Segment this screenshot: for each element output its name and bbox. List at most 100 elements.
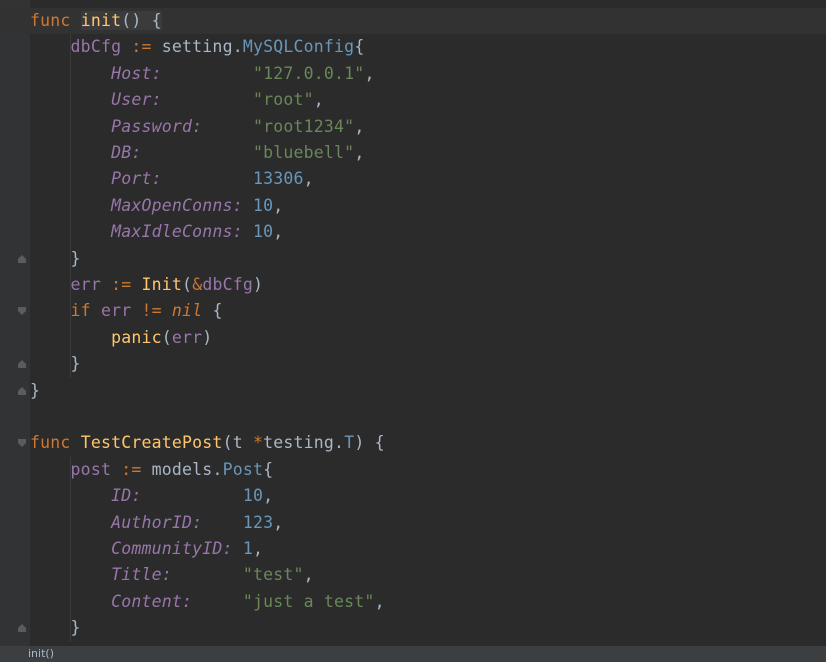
code-line-text: if err != nil { <box>30 298 223 324</box>
code-line-text: MaxOpenConns: 10, <box>30 193 283 219</box>
code-token: DB: <box>111 143 142 162</box>
code-line[interactable]: Password: "root1234", <box>0 114 826 140</box>
code-line[interactable]: Host: "127.0.0.1", <box>0 61 826 87</box>
code-line[interactable]: err := Init(&dbCfg) <box>0 272 826 298</box>
code-line-text: AuthorID: 123, <box>30 510 283 536</box>
code-token: TestCreatePost <box>80 433 223 453</box>
code-token: { <box>202 301 223 321</box>
code-token: (t <box>222 433 253 453</box>
code-line[interactable]: func TestCreatePost(t *testing.T) { <box>0 430 826 456</box>
code-line[interactable]: dbCfg := setting.MySQLConfig{ <box>0 34 826 60</box>
code-token: 1 <box>242 539 253 558</box>
code-token: T <box>344 433 355 453</box>
code-line[interactable]: User: "root", <box>0 87 826 113</box>
code-line-text: Host: "127.0.0.1", <box>30 61 375 87</box>
breadcrumb-function[interactable]: init() <box>28 646 54 662</box>
code-line-text: func init() { <box>30 8 162 34</box>
code-token: } <box>30 354 81 374</box>
code-token: * <box>252 433 264 453</box>
code-token: 10 <box>252 222 274 242</box>
code-line[interactable]: MaxOpenConns: 10, <box>0 193 826 219</box>
code-token: != <box>131 301 172 321</box>
code-token: err <box>100 301 132 321</box>
code-token: ) <box>253 275 264 294</box>
code-line-text: panic(err) <box>30 325 212 351</box>
code-token: init <box>80 11 122 30</box>
code-token: err <box>70 275 101 294</box>
code-line[interactable]: } <box>0 378 826 404</box>
code-line-text: dbCfg := setting.MySQLConfig{ <box>30 34 365 60</box>
code-token: , <box>364 63 375 83</box>
code-line[interactable]: post := models.Post{ <box>0 457 826 483</box>
code-token: "bluebell" <box>252 143 355 162</box>
code-token: ID: <box>111 486 142 506</box>
code-line[interactable]: func init() { <box>0 8 826 34</box>
code-token: models. <box>151 459 223 479</box>
code-token: dbCfg <box>70 37 122 57</box>
code-token: nil <box>171 301 203 321</box>
code-token: User: <box>111 90 162 110</box>
code-token: , <box>313 90 324 110</box>
code-token: panic <box>111 327 162 347</box>
code-line-text: func TestCreatePost(t *testing.T) { <box>30 430 385 456</box>
code-line[interactable]: panic(err) <box>0 325 826 351</box>
code-token: } <box>30 618 81 638</box>
code-line[interactable]: Content: "just a test", <box>0 589 826 615</box>
code-line-text: MaxIdleConns: 10, <box>30 219 283 245</box>
code-line[interactable]: if err != nil { <box>0 298 826 324</box>
code-token: , <box>354 143 365 162</box>
indent-guide <box>70 34 71 378</box>
code-line[interactable]: } <box>0 246 826 272</box>
code-token: dbCfg <box>202 275 253 294</box>
code-token: := <box>100 275 142 294</box>
code-token: MySQLConfig <box>242 37 355 57</box>
code-token: := <box>121 37 162 57</box>
code-line-text: } <box>30 351 81 377</box>
code-line-text: CommunityID: 1, <box>30 536 263 562</box>
code-token: Host: <box>111 63 162 83</box>
code-line-text: User: "root", <box>30 87 324 113</box>
code-token: MaxIdleConns: <box>111 222 243 242</box>
code-line-text: Title: "test", <box>30 562 314 588</box>
code-line-text: Password: "root1234", <box>30 114 364 140</box>
code-line-text: Content: "just a test", <box>30 589 385 615</box>
code-token: ) { <box>354 433 385 453</box>
code-token: "root" <box>252 90 314 110</box>
code-line[interactable]: } <box>0 615 826 641</box>
code-token: ( <box>161 327 172 347</box>
code-line[interactable]: AuthorID: 123, <box>0 510 826 536</box>
code-editor[interactable]: func init() { dbCfg := setting.MySQLConf… <box>0 0 826 646</box>
code-line[interactable]: } <box>0 351 826 377</box>
code-token: err <box>171 327 203 347</box>
code-line-text: err := Init(&dbCfg) <box>30 272 263 298</box>
code-token: { <box>354 37 365 57</box>
code-line[interactable]: Port: 13306, <box>0 166 826 192</box>
code-token: 10 <box>252 195 274 215</box>
code-line[interactable]: Title: "test", <box>0 562 826 588</box>
code-token: { <box>263 459 274 479</box>
code-line-text: } <box>30 615 81 641</box>
code-token: AuthorID: <box>111 512 203 532</box>
code-token: Post <box>222 459 264 479</box>
code-token: "test" <box>242 565 304 585</box>
code-token: () { <box>121 11 162 30</box>
code-line-text: } <box>30 246 81 272</box>
code-line[interactable]: CommunityID: 1, <box>0 536 826 562</box>
code-line[interactable]: DB: "bluebell", <box>0 140 826 166</box>
code-line[interactable]: ID: 10, <box>0 483 826 509</box>
code-line[interactable] <box>0 404 826 430</box>
code-line-text: } <box>30 378 40 404</box>
code-token: "127.0.0.1" <box>252 63 365 83</box>
code-line-text: post := models.Post{ <box>30 457 274 483</box>
code-token: , <box>303 169 314 189</box>
code-line[interactable]: MaxIdleConns: 10, <box>0 219 826 245</box>
